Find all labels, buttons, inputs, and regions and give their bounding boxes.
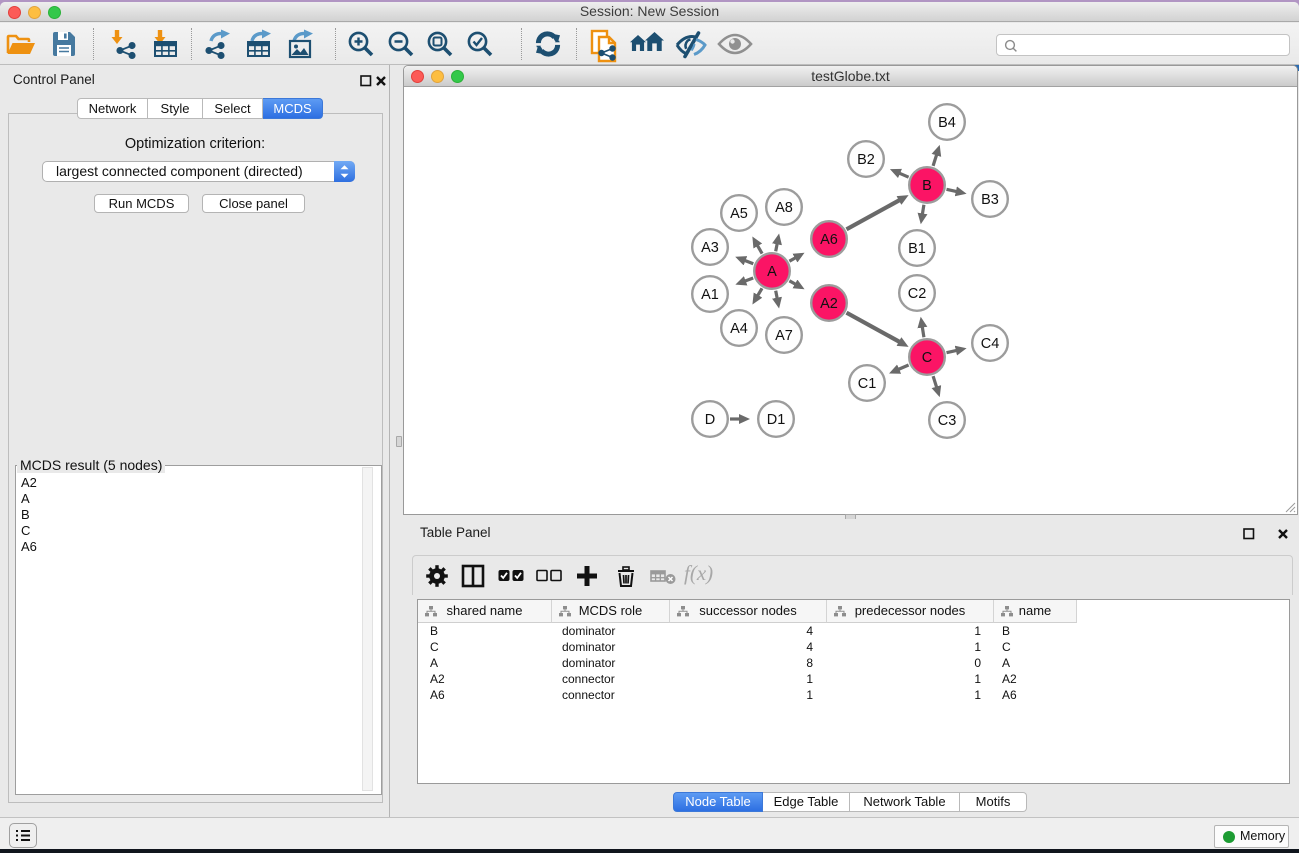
- svg-text:C3: C3: [938, 413, 957, 429]
- svg-text:B1: B1: [908, 241, 926, 257]
- svg-text:C1: C1: [858, 376, 877, 392]
- svg-text:C4: C4: [981, 336, 1000, 352]
- svg-text:B4: B4: [938, 115, 956, 131]
- svg-text:A2: A2: [820, 296, 838, 312]
- svg-text:C2: C2: [908, 286, 927, 302]
- svg-text:C: C: [922, 350, 932, 366]
- svg-text:A3: A3: [701, 240, 719, 256]
- svg-text:A1: A1: [701, 287, 719, 303]
- svg-text:B: B: [922, 178, 932, 194]
- svg-text:A5: A5: [730, 206, 748, 222]
- svg-text:B3: B3: [981, 192, 999, 208]
- svg-text:A8: A8: [775, 200, 793, 216]
- svg-text:A7: A7: [775, 328, 793, 344]
- svg-text:D1: D1: [767, 412, 786, 428]
- svg-text:A4: A4: [730, 321, 748, 337]
- svg-text:A6: A6: [820, 232, 838, 248]
- svg-text:A: A: [767, 264, 777, 280]
- svg-text:B2: B2: [857, 152, 875, 168]
- svg-text:D: D: [705, 412, 715, 428]
